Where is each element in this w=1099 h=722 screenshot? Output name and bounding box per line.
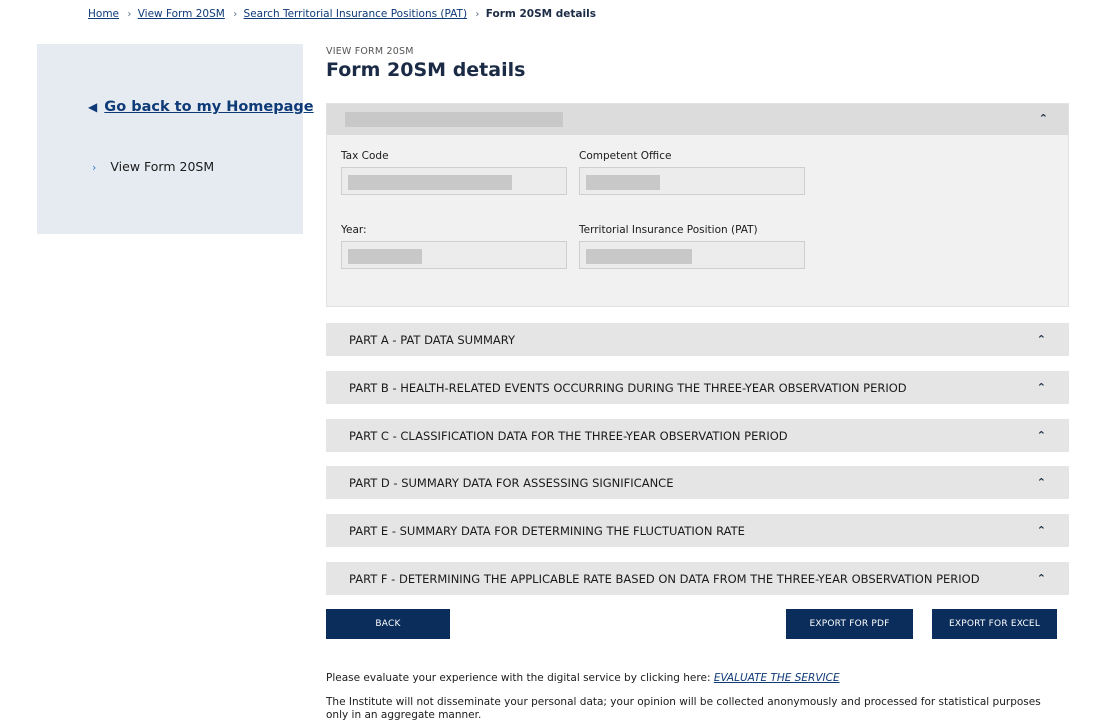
caret-left-icon: ◀: [88, 100, 98, 114]
chevron-up-icon[interactable]: ⌃: [1037, 524, 1046, 537]
export-excel-button[interactable]: EXPORT FOR EXCEL: [932, 609, 1057, 639]
redacted-value: [348, 249, 422, 264]
breadcrumb-view-form-link[interactable]: View Form 20SM: [138, 8, 225, 20]
details-card: ⌃ Tax Code Competent Office Year: Territ…: [326, 103, 1069, 307]
year-field: [341, 241, 567, 269]
breadcrumb-current: Form 20SM details: [485, 8, 596, 20]
privacy-note: The Institute will not disseminate your …: [326, 696, 1041, 721]
chevron-up-icon[interactable]: ⌃: [1037, 572, 1046, 585]
chevron-up-icon[interactable]: ⌃: [1037, 429, 1046, 442]
details-card-header[interactable]: ⌃: [327, 104, 1068, 135]
redacted-value: [348, 175, 512, 190]
tax-code-field: [341, 167, 567, 195]
competent-office-label: Competent Office: [579, 150, 672, 162]
section-part-b[interactable]: PART B - HEALTH-RELATED EVENTS OCCURRING…: [326, 371, 1069, 404]
chevron-up-icon[interactable]: ⌃: [1039, 112, 1048, 125]
breadcrumb-home-link[interactable]: Home: [88, 8, 119, 20]
back-button[interactable]: BACK: [326, 609, 450, 639]
evaluate-service-link[interactable]: EVALUATE THE SERVICE: [714, 672, 840, 684]
go-back-homepage-label: Go back to my Homepage: [104, 99, 314, 115]
section-part-f-label: PART F - DETERMINING THE APPLICABLE RATE…: [349, 572, 980, 586]
section-part-f[interactable]: PART F - DETERMINING THE APPLICABLE RATE…: [326, 562, 1069, 595]
chevron-right-icon: ›: [127, 9, 132, 20]
year-label: Year:: [341, 224, 367, 236]
chevron-up-icon[interactable]: ⌃: [1037, 381, 1046, 394]
redacted-value: [345, 112, 563, 127]
pat-label: Territorial Insurance Position (PAT): [579, 224, 758, 236]
breadcrumb-search-pat-link[interactable]: Search Territorial Insurance Positions (…: [244, 8, 468, 20]
chevron-up-icon[interactable]: ⌃: [1037, 476, 1046, 489]
go-back-homepage-link[interactable]: ◀ Go back to my Homepage: [88, 99, 314, 115]
section-part-a[interactable]: PART A - PAT DATA SUMMARY ⌃: [326, 323, 1069, 356]
chevron-up-icon[interactable]: ⌃: [1037, 333, 1046, 346]
chevron-right-icon: ›: [92, 161, 97, 174]
section-part-e-label: PART E - SUMMARY DATA FOR DETERMINING TH…: [349, 524, 745, 538]
sidebar-item-view-form-20sm[interactable]: › View Form 20SM: [92, 159, 214, 174]
page-kicker: VIEW FORM 20SM: [326, 46, 414, 57]
chevron-right-icon: ›: [233, 9, 238, 20]
sidebar: ◀ Go back to my Homepage › View Form 20S…: [37, 44, 314, 234]
section-part-d-label: PART D - SUMMARY DATA FOR ASSESSING SIGN…: [349, 476, 674, 490]
pat-field: [579, 241, 805, 269]
section-part-c-label: PART C - CLASSIFICATION DATA FOR THE THR…: [349, 429, 788, 443]
redacted-value: [586, 249, 692, 264]
chevron-right-icon: ›: [475, 9, 480, 20]
evaluate-prefix: Please evaluate your experience with the…: [326, 672, 714, 684]
section-part-b-label: PART B - HEALTH-RELATED EVENTS OCCURRING…: [349, 381, 907, 395]
tax-code-label: Tax Code: [341, 150, 389, 162]
section-part-d[interactable]: PART D - SUMMARY DATA FOR ASSESSING SIGN…: [326, 466, 1069, 499]
section-part-c[interactable]: PART C - CLASSIFICATION DATA FOR THE THR…: [326, 419, 1069, 452]
evaluate-text: Please evaluate your experience with the…: [326, 672, 840, 684]
section-part-e[interactable]: PART E - SUMMARY DATA FOR DETERMINING TH…: [326, 514, 1069, 547]
competent-office-field: [579, 167, 805, 195]
breadcrumb: Home › View Form 20SM › Search Territori…: [88, 8, 596, 20]
redacted-value: [586, 175, 660, 190]
export-pdf-button[interactable]: EXPORT FOR PDF: [786, 609, 913, 639]
sidebar-item-label: View Form 20SM: [110, 159, 215, 174]
section-part-a-label: PART A - PAT DATA SUMMARY: [349, 333, 516, 347]
page-title: Form 20SM details: [326, 59, 526, 81]
